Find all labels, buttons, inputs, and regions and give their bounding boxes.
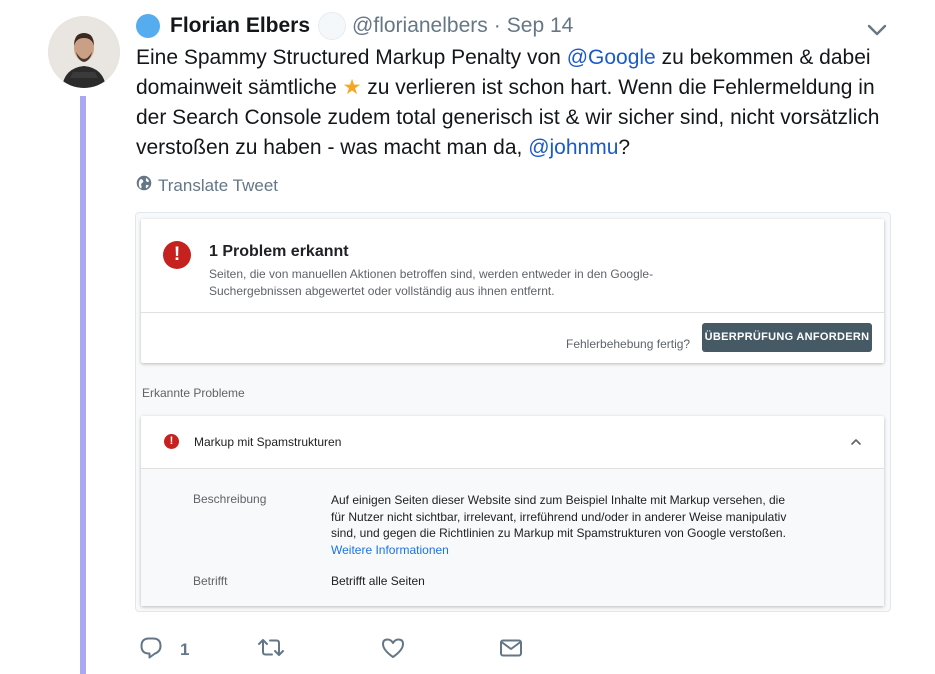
description-label: Beschreibung — [193, 492, 267, 506]
tweet-date[interactable]: Sep 14 — [507, 14, 574, 38]
reply-icon — [138, 635, 164, 666]
retweet-icon — [256, 635, 286, 666]
issues-heading: Erkannte Probleme — [142, 386, 245, 400]
error-icon: ! — [163, 241, 191, 269]
envelope-icon — [498, 635, 524, 666]
card-divider — [141, 312, 884, 313]
reply-count: 1 — [180, 640, 190, 659]
tweet-page: Florian Elbers @florianelbers · Sep 14 E… — [0, 0, 935, 674]
translate-label: Translate Tweet — [158, 175, 279, 195]
globe-icon — [136, 175, 152, 196]
translate-tweet-link[interactable]: Translate Tweet — [136, 175, 278, 196]
avatar-photo — [48, 16, 120, 88]
issue-card: ! Markup mit Spamstrukturen Beschreibung… — [141, 416, 884, 606]
chevron-down-icon[interactable] — [862, 18, 892, 42]
header-separator: · — [493, 14, 501, 37]
tweet-text-part: ? — [618, 136, 631, 159]
mention-google[interactable]: @Google — [567, 46, 656, 69]
like-button[interactable] — [380, 636, 406, 664]
tweet-text-part: Eine Spammy Structured Markup Penalty vo… — [136, 46, 567, 69]
issue-row-spam-markup[interactable]: ! Markup mit Spamstrukturen — [141, 416, 884, 469]
fix-question: Fehlerbehebung fertig? — [566, 337, 691, 351]
issue-label: Markup mit Spamstrukturen — [194, 435, 342, 449]
issue-details: Beschreibung Auf einigen Seiten dieser W… — [141, 469, 884, 606]
tweet-media-screenshot[interactable]: ! 1 Problem erkannt Seiten, die von manu… — [135, 212, 891, 612]
affected-text: Betrifft alle Seiten — [331, 574, 425, 588]
chevron-up-icon[interactable] — [848, 434, 864, 450]
description-text: Auf einigen Seiten dieser Website sind z… — [331, 492, 801, 558]
author-name[interactable]: Florian Elbers — [170, 14, 310, 38]
tweet-header: Florian Elbers @florianelbers · Sep 14 — [136, 10, 573, 42]
author-handle[interactable]: @florianelbers — [352, 14, 488, 38]
direct-message-button[interactable] — [498, 636, 524, 664]
blue-circle-emoji — [136, 14, 160, 38]
description-body: Auf einigen Seiten dieser Website sind z… — [331, 493, 787, 540]
more-info-link[interactable]: Weitere Informationen — [331, 542, 801, 559]
problem-description: Seiten, die von manuellen Aktionen betro… — [209, 267, 654, 298]
mention-johnmu[interactable]: @johnmu — [528, 136, 618, 159]
author-avatar[interactable] — [48, 16, 120, 88]
error-icon: ! — [164, 434, 179, 449]
request-review-button[interactable]: ÜBERPRÜFUNG ANFORDERN — [702, 323, 872, 352]
affected-label: Betrifft — [193, 574, 228, 588]
tweet-actions: 1 — [138, 636, 538, 664]
problem-title: 1 Problem erkannt — [209, 243, 349, 260]
reply-button[interactable]: 1 — [138, 636, 189, 664]
star-emoji: ★ — [342, 76, 362, 99]
white-circle-emoji — [318, 12, 347, 40]
thread-line — [80, 96, 86, 674]
problem-summary-card: ! 1 Problem erkannt Seiten, die von manu… — [141, 219, 884, 363]
tweet-text: Eine Spammy Structured Markup Penalty vo… — [136, 43, 906, 163]
heart-icon — [380, 635, 406, 666]
retweet-button[interactable] — [256, 636, 286, 664]
